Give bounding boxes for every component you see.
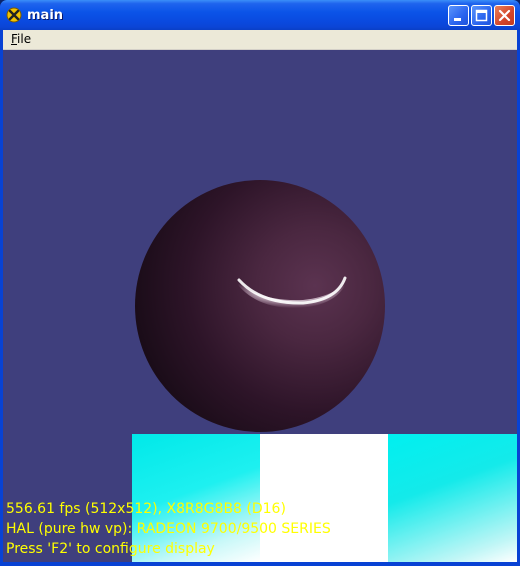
- minimize-icon: [454, 18, 461, 21]
- texture-tile-3: [388, 434, 517, 562]
- minimize-button[interactable]: [448, 5, 469, 26]
- menu-file-label: ile: [17, 32, 32, 46]
- title-bar[interactable]: main: [0, 0, 520, 30]
- maximize-button[interactable]: [471, 5, 492, 26]
- stats-device-line: HAL (pure hw vp): RADEON 9700/9500 SERIE…: [6, 521, 331, 537]
- window-bottom-border: [0, 562, 520, 566]
- render-viewport[interactable]: 556.61 fps (512x512), X8R8G8B8 (D16) HAL…: [3, 50, 517, 562]
- stats-fps-line: 556.61 fps (512x512), X8R8G8B8 (D16): [6, 501, 286, 517]
- stats-hint-line: Press 'F2' to configure display: [6, 541, 215, 557]
- close-button[interactable]: [494, 5, 515, 26]
- texture-tile-2: [260, 434, 388, 562]
- app-window: main File 556.61 fps (512x512), X8R8G8B8…: [0, 0, 520, 566]
- specular-highlight: [233, 274, 349, 309]
- menu-bar: File: [3, 30, 517, 50]
- directx-x-icon[interactable]: [6, 7, 22, 23]
- menu-file[interactable]: File: [11, 32, 31, 46]
- close-icon: [498, 9, 511, 22]
- maximize-icon: [475, 9, 488, 22]
- window-title: main: [27, 8, 64, 23]
